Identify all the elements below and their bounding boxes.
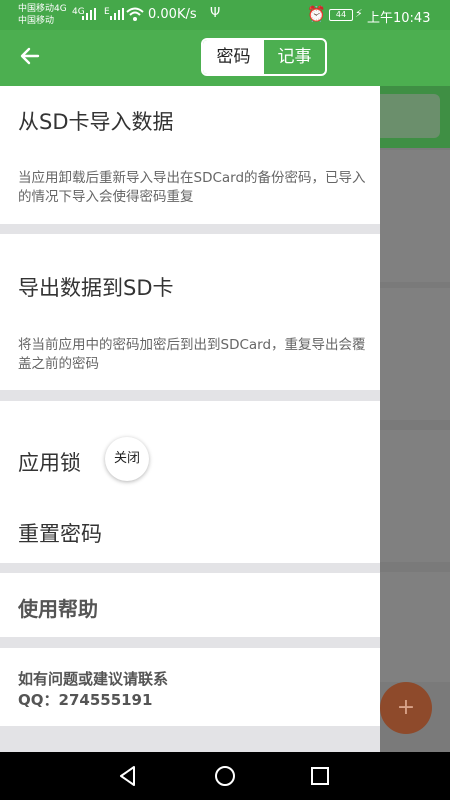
status-bar: 中国移动4G 中国移动 4G E 0.00K/s Ψ ⏰ 44 ⚡ 上午10:4… bbox=[0, 0, 450, 30]
tab-notes[interactable]: 记事 bbox=[264, 40, 325, 74]
clock: 上午10:43 bbox=[367, 11, 431, 26]
list-item[interactable] bbox=[380, 430, 450, 562]
carrier-2: 中国移动 bbox=[18, 16, 55, 26]
export-desc: 将当前应用中的密码加密后到出到SDCard，重复导出会覆盖之前的密码 bbox=[18, 337, 366, 372]
home-nav-icon[interactable] bbox=[213, 764, 237, 788]
help-item[interactable]: 使用帮助 bbox=[0, 573, 380, 637]
nav-bar bbox=[0, 752, 450, 800]
alarm-icon: ⏰ bbox=[307, 5, 326, 23]
tab-switcher: 密码 记事 bbox=[201, 38, 327, 76]
charging-icon: ⚡ bbox=[355, 7, 363, 20]
list-item[interactable] bbox=[380, 572, 450, 682]
plus-icon: + bbox=[396, 695, 416, 720]
reset-password-item[interactable]: 重置密码 bbox=[18, 518, 102, 548]
signal-icon bbox=[110, 8, 124, 20]
security-group: 应用锁 重置密码 bbox=[0, 401, 380, 563]
settings-drawer: 从SD卡导入数据 当应用卸载后重新导入导出在SDCard的备份密码，已导入的情况… bbox=[0, 86, 380, 752]
network-type-2: E bbox=[104, 7, 110, 17]
back-nav-icon[interactable] bbox=[116, 764, 140, 788]
wifi-icon bbox=[126, 7, 144, 21]
app-lock-toggle[interactable]: 关闭 bbox=[105, 437, 149, 481]
battery-level: 44 bbox=[335, 10, 347, 19]
contact-qq: QQ：274555191 bbox=[18, 691, 153, 709]
export-title: 导出数据到SD卡 bbox=[18, 276, 174, 300]
import-item[interactable]: 从SD卡导入数据 当应用卸载后重新导入导出在SDCard的备份密码，已导入的情况… bbox=[0, 86, 380, 224]
net-speed: 0.00K/s bbox=[148, 7, 197, 22]
contact-text: 如有问题或建议请联系 bbox=[18, 670, 169, 688]
import-title: 从SD卡导入数据 bbox=[18, 110, 174, 134]
contact-card: 如有问题或建议请联系 QQ：274555191 bbox=[0, 648, 380, 726]
battery-icon: 44 bbox=[329, 9, 353, 21]
tab-passwords[interactable]: 密码 bbox=[203, 40, 264, 74]
carrier-info: 中国移动4G 中国移动 bbox=[18, 3, 67, 27]
carrier-1: 中国移动4G bbox=[18, 4, 67, 14]
list-item[interactable] bbox=[380, 288, 450, 420]
recents-nav-icon[interactable] bbox=[308, 764, 332, 788]
signal-icon bbox=[82, 8, 96, 20]
usb-icon: Ψ bbox=[210, 6, 221, 21]
import-desc: 当应用卸载后重新导入导出在SDCard的备份密码，已导入的情况下导入会使得密码重… bbox=[18, 170, 366, 205]
app-lock-label[interactable]: 应用锁 bbox=[18, 447, 81, 477]
help-label: 使用帮助 bbox=[18, 597, 98, 621]
back-arrow-icon[interactable] bbox=[18, 44, 42, 68]
list-item[interactable] bbox=[380, 150, 450, 282]
add-button[interactable]: + bbox=[380, 682, 432, 734]
export-item[interactable]: 导出数据到SD卡 将当前应用中的密码加密后到出到SDCard，重复导出会覆盖之前… bbox=[0, 234, 380, 390]
